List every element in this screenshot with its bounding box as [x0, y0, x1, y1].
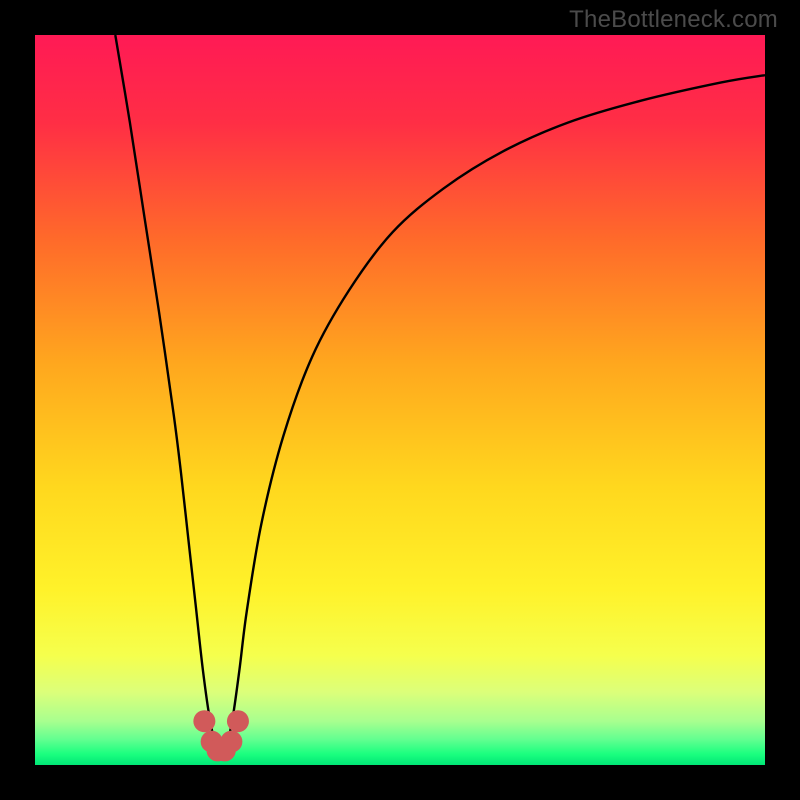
minimum-marker: [220, 731, 242, 753]
minimum-markers: [193, 710, 249, 761]
minimum-marker: [227, 710, 249, 732]
minimum-marker: [193, 710, 215, 732]
chart-frame: TheBottleneck.com: [0, 0, 800, 800]
curve-layer: [35, 35, 765, 765]
watermark-text: TheBottleneck.com: [569, 6, 778, 34]
plot-area: [35, 35, 765, 765]
bottleneck-curve: [115, 35, 765, 754]
